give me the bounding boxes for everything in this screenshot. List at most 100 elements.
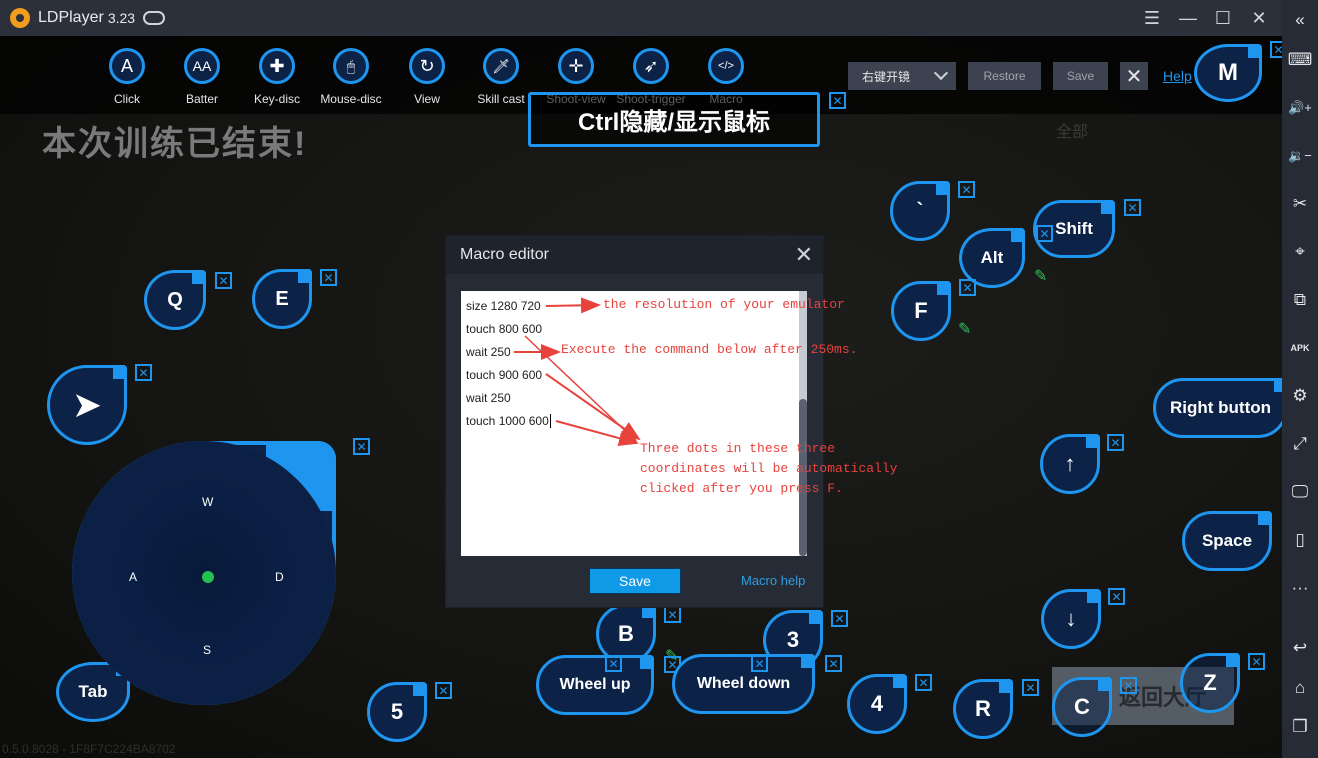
macro-help-link[interactable]: Macro help — [741, 573, 805, 588]
dialog-header: Macro editor — [446, 236, 823, 274]
bullet-icon: ➶ — [633, 48, 669, 84]
key-r[interactable]: R — [953, 679, 1013, 739]
save-button[interactable]: Save — [1053, 62, 1108, 90]
app-title: LDPlayer — [38, 9, 104, 26]
ldplayer-logo-icon — [10, 8, 30, 28]
remove-key-icon[interactable]: ✕ — [959, 279, 976, 296]
remove-key-icon[interactable]: ✕ — [1248, 653, 1265, 670]
remove-key-icon[interactable]: ✕ — [831, 610, 848, 627]
minimize-icon[interactable]: — — [1170, 0, 1206, 36]
dialog-title: Macro editor — [460, 246, 549, 263]
back-icon[interactable]: ↩ — [1282, 633, 1318, 663]
tool-batter[interactable]: AA Batter — [162, 48, 242, 106]
arrow — [545, 297, 601, 314]
remove-key-icon[interactable]: ✕ — [1270, 41, 1282, 58]
macro-editor-dialog: Macro editor ✕ size 1280 720 touch 800 6… — [445, 235, 824, 608]
apk-install-icon[interactable]: APK — [1282, 333, 1318, 363]
tool-view[interactable]: ↻ View — [387, 48, 467, 106]
key-backtick[interactable]: ` — [890, 181, 950, 241]
keyboard-icon[interactable]: ⌨ — [1282, 45, 1318, 75]
annotation-arrows — [514, 297, 641, 447]
key-z[interactable]: Z — [1180, 653, 1240, 713]
remove-key-icon[interactable]: ✕ — [435, 682, 452, 699]
ctrl-hide-mouse-key[interactable]: Ctrl隐藏/显示鼠标 — [528, 92, 820, 147]
settings-icon[interactable]: ⚙ — [1282, 381, 1318, 411]
macro-script-textarea[interactable]: size 1280 720 touch 800 600 wait 250 tou… — [461, 291, 807, 556]
recents-icon[interactable]: ❐ — [1282, 712, 1318, 742]
gamepad-icon[interactable] — [143, 11, 166, 25]
scissors-icon[interactable]: ✂ — [1282, 189, 1318, 219]
remove-key-icon[interactable]: ✕ — [751, 655, 768, 672]
key-e[interactable]: E — [252, 269, 312, 329]
key-wheel-down[interactable]: Wheel down — [672, 654, 815, 714]
key-c[interactable]: C — [1052, 677, 1112, 737]
remove-key-icon[interactable]: ✕ — [829, 92, 846, 109]
edit-pencil-icon[interactable]: ✎ — [1034, 266, 1047, 286]
key-q[interactable]: Q — [144, 270, 206, 330]
screen-icon[interactable]: 🖵 — [1282, 477, 1318, 507]
key-wheel-up[interactable]: Wheel up — [536, 655, 654, 715]
key-m[interactable]: M — [1194, 44, 1262, 102]
key-5[interactable]: 5 — [367, 682, 427, 742]
remove-key-icon[interactable]: ✕ — [664, 606, 681, 623]
remove-key-icon[interactable]: ✕ — [135, 364, 152, 381]
joystick-label-left: A — [129, 570, 138, 584]
remove-key-icon[interactable]: ✕ — [958, 181, 975, 198]
key-f[interactable]: F — [891, 281, 951, 341]
key-space[interactable]: Space — [1182, 511, 1272, 571]
shake-icon[interactable]: ▯ — [1282, 525, 1318, 555]
version-text: 0.5.0.8028 - 1F8F7C224BA8702 — [2, 742, 176, 756]
crosshair-icon: ✛ — [558, 48, 594, 84]
remove-key-icon[interactable]: ✕ — [915, 674, 932, 691]
game-screen[interactable]: 本次训练已结束! 全部 0.5.0.8028 - 1F8F7C224BA8702… — [0, 36, 1282, 758]
remove-key-icon[interactable]: ✕ — [320, 269, 337, 286]
remove-key-icon[interactable]: ✕ — [1108, 588, 1125, 605]
restore-button[interactable]: Restore — [968, 62, 1041, 90]
double-chevron-left-icon[interactable]: « — [1282, 5, 1318, 35]
title-bar: LDPlayer 3.23 ☰ — ☐ ✕ « — [0, 0, 1318, 36]
more-icon[interactable]: ··· — [1282, 573, 1318, 603]
dpad-icon: ✚ — [259, 48, 295, 84]
remove-key-icon[interactable]: ✕ — [1120, 677, 1137, 694]
maximize-icon[interactable]: ☐ — [1205, 0, 1241, 36]
key-down-arrow[interactable]: ↓ — [1041, 589, 1101, 649]
key-4[interactable]: 4 — [847, 674, 907, 734]
location-icon[interactable]: ⌖ — [1282, 237, 1318, 267]
close-icon[interactable]: ✕ — [795, 242, 813, 268]
remove-key-icon[interactable]: ✕ — [215, 272, 232, 289]
home-icon[interactable]: ⌂ — [1282, 673, 1318, 703]
batter-icon: AA — [184, 48, 220, 84]
wasd-joystick[interactable]: W A D S — [72, 441, 336, 705]
fullscreen-icon[interactable]: ⤢ — [1282, 429, 1318, 459]
remove-key-icon[interactable]: ✕ — [1107, 434, 1124, 451]
close-keymap-button[interactable]: ✕ — [1120, 62, 1148, 90]
mouse-icon: 🖱 — [333, 48, 369, 84]
key-right-button[interactable]: Right button — [1153, 378, 1282, 438]
macro-script-icon: </> — [708, 48, 744, 84]
multi-instance-icon[interactable]: ⧉ — [1282, 285, 1318, 315]
app-version: 3.23 — [107, 10, 136, 26]
hamburger-icon[interactable]: ☰ — [1134, 0, 1170, 36]
tool-mouse-disc[interactable]: 🖱 Mouse-disc — [311, 48, 391, 106]
volume-up-icon[interactable]: 🔊+ — [1282, 93, 1318, 123]
macro-save-button[interactable]: Save — [589, 568, 681, 594]
volume-down-icon[interactable]: 🔉− — [1282, 141, 1318, 171]
annotation-wait: Execute the command below after 250ms. — [561, 342, 858, 357]
scope-mode-dropdown[interactable]: 右键开镜 — [848, 62, 956, 90]
remove-key-icon[interactable]: ✕ — [353, 438, 370, 455]
key-up-arrow[interactable]: ↑ — [1040, 434, 1100, 494]
edit-pencil-icon[interactable]: ✎ — [958, 319, 971, 339]
remove-key-icon[interactable]: ✕ — [825, 655, 842, 672]
tool-click[interactable]: A Click — [87, 48, 167, 106]
tool-key-disc[interactable]: ✚ Key-disc — [237, 48, 317, 106]
tool-label: Click — [114, 92, 140, 106]
key-fire[interactable]: ➤ — [47, 365, 127, 445]
remove-key-icon[interactable]: ✕ — [605, 655, 622, 672]
annotation-resolution: the resolution of your emulator — [603, 297, 845, 312]
tool-label: Key-disc — [253, 92, 300, 106]
help-link[interactable]: Help — [1163, 68, 1192, 84]
remove-key-icon[interactable]: ✕ — [1124, 199, 1141, 216]
close-icon[interactable]: ✕ — [1241, 0, 1277, 36]
remove-key-icon[interactable]: ✕ — [1022, 679, 1039, 696]
remove-key-icon[interactable]: ✕ — [1036, 225, 1053, 242]
